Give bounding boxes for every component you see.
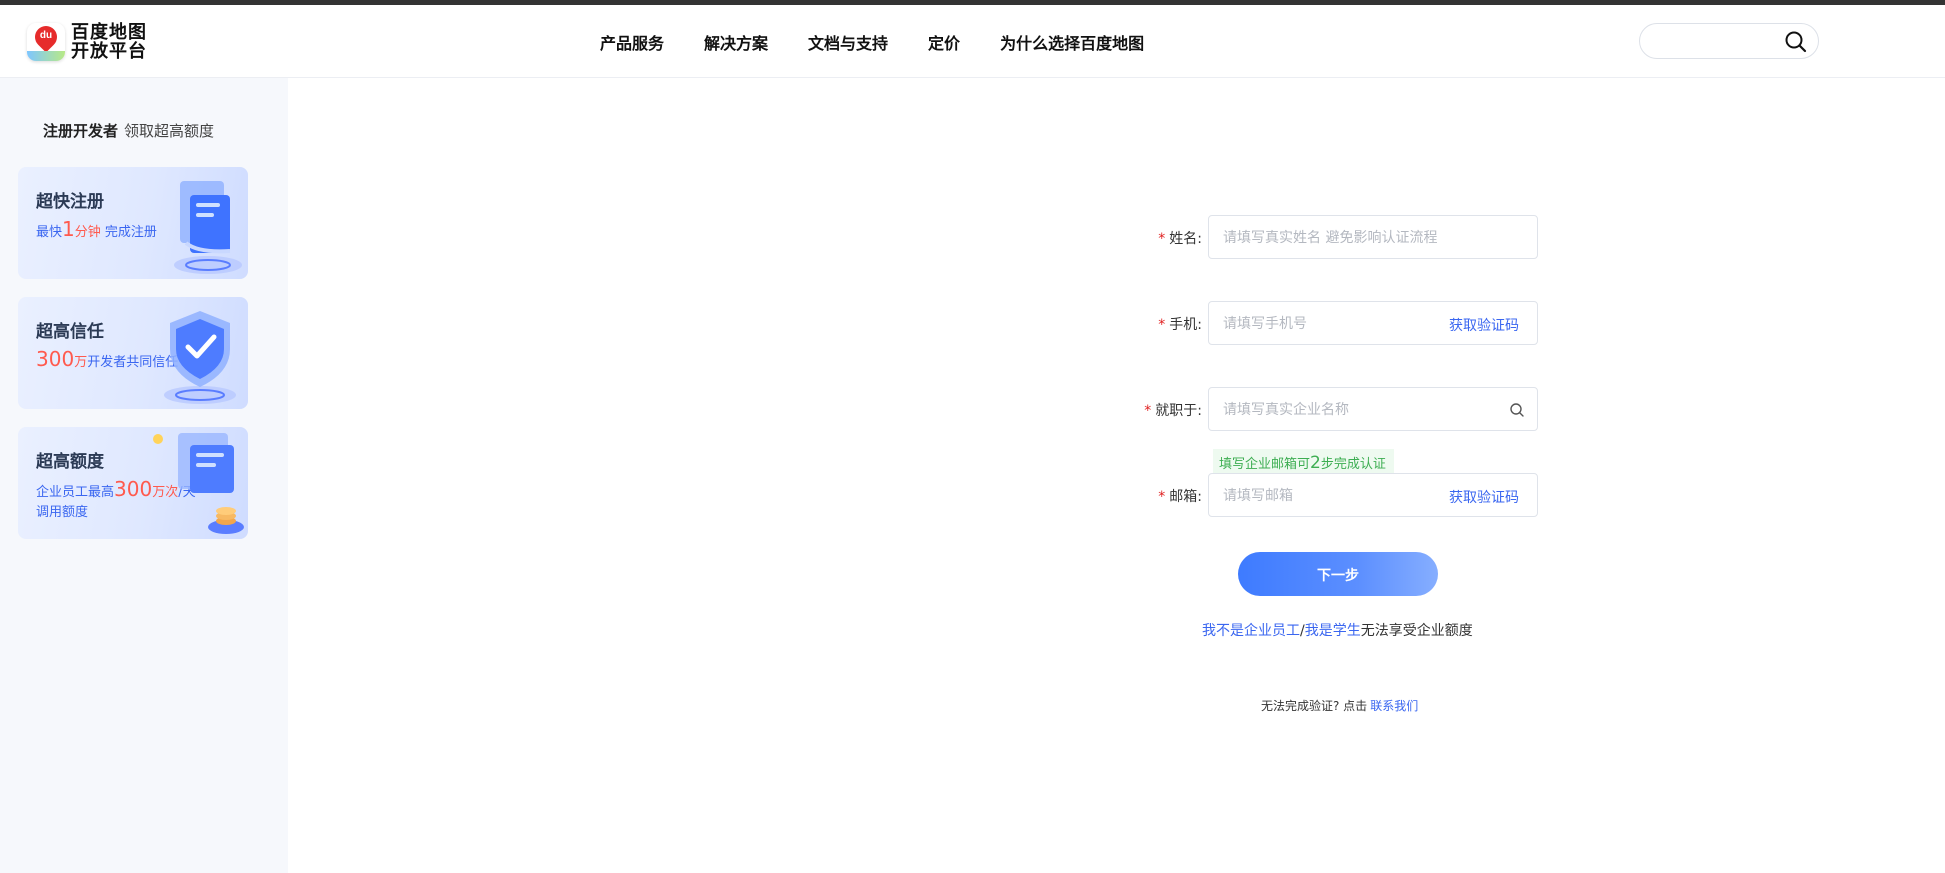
phone-get-code-link[interactable]: 获取验证码 [1449, 315, 1519, 335]
next-step-button[interactable]: 下一步 [1238, 552, 1438, 596]
baidu-map-logo[interactable]: du 百度地图 开放平台 [27, 22, 147, 62]
email-row: *邮箱: 获取验证码 [1100, 473, 1540, 519]
benefits-sidebar: 注册开发者 领取超高额度 超快注册 最快1分钟 完成注册 超高信任 300万开发者… [0, 78, 288, 873]
company-row: * 就职于: [1100, 387, 1540, 433]
document-stack-icon [174, 181, 242, 274]
name-input[interactable] [1221, 227, 1445, 249]
benefit-card-high-quota: 超高额度 企业员工最高300万次/天 调用额度 [18, 427, 248, 539]
not-employee-link[interactable]: 我不是企业员工 [1202, 623, 1300, 639]
sidebar-heading: 注册开发者 领取超高额度 [43, 122, 215, 140]
card-title: 超高信任 [36, 322, 104, 342]
company-field [1208, 387, 1538, 431]
student-link[interactable]: 我是学生 [1305, 623, 1361, 639]
coin-stack-icon [153, 433, 244, 534]
logo-wordmark: 百度地图 开放平台 [71, 22, 147, 62]
search-input[interactable] [1652, 30, 1776, 54]
card-title: 超高额度 [36, 452, 104, 472]
search-icon[interactable] [1784, 30, 1808, 54]
verification-help-line: 无法完成验证? 点击 联系我们 [1261, 699, 1419, 713]
company-input[interactable] [1221, 399, 1445, 421]
shield-check-icon [164, 311, 236, 404]
non-employee-line: 我不是企业员工/我是学生无法享受企业额度 [1202, 623, 1473, 639]
nav-item-docs-support[interactable]: 文档与支持 [808, 30, 888, 54]
email-tip-badge: 填写企业邮箱可2步完成认证 [1213, 449, 1394, 475]
map-pin-icon: du [27, 23, 65, 61]
site-header: du 百度地图 开放平台 产品服务 解决方案 文档与支持 定价 为什么选择百度地… [0, 5, 1945, 78]
phone-label: * 手机: [1158, 317, 1202, 333]
name-row: * 姓名: [1100, 215, 1540, 261]
contact-us-link[interactable]: 联系我们 [1370, 699, 1418, 713]
name-field [1208, 215, 1538, 259]
benefit-card-fast-signup: 超快注册 最快1分钟 完成注册 [18, 167, 248, 279]
email-get-code-link[interactable]: 获取验证码 [1449, 487, 1519, 507]
nav-item-solutions[interactable]: 解决方案 [704, 30, 768, 54]
card-title: 超快注册 [36, 192, 104, 212]
company-search-icon[interactable] [1509, 402, 1525, 418]
main-nav: 产品服务 解决方案 文档与支持 定价 为什么选择百度地图 [600, 5, 1144, 78]
nav-item-why-baidu[interactable]: 为什么选择百度地图 [1000, 30, 1144, 54]
name-label: * 姓名: [1158, 231, 1202, 247]
email-input[interactable] [1221, 485, 1445, 507]
nav-item-pricing[interactable]: 定价 [928, 30, 960, 54]
benefit-card-high-trust: 超高信任 300万开发者共同信任 [18, 297, 248, 409]
email-label: * 邮箱: [1158, 489, 1202, 505]
phone-input[interactable] [1221, 313, 1445, 335]
email-field: 获取验证码 [1208, 473, 1538, 517]
nav-item-products[interactable]: 产品服务 [600, 30, 664, 54]
phone-field: 获取验证码 [1208, 301, 1538, 345]
header-search-box [1639, 23, 1819, 59]
phone-row: *手机: 获取验证码 [1100, 301, 1540, 347]
company-label: * 就职于: [1144, 403, 1202, 419]
card-subtitle-line2: 调用额度 [36, 505, 89, 520]
